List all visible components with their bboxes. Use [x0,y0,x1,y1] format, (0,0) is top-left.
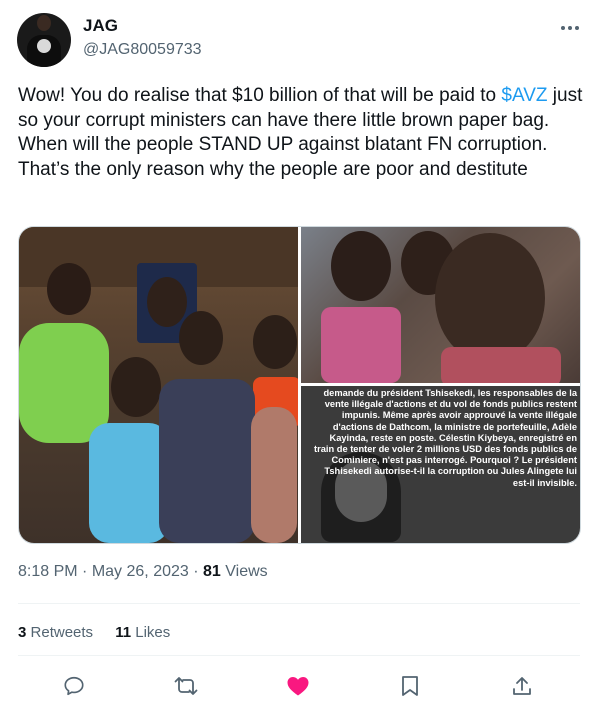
tweet-metadata: 8:18 PM · May 26, 2023 · 81 Views [18,563,268,581]
author-avatar[interactable] [17,13,71,67]
action-bar [18,666,580,706]
reply-icon[interactable] [60,672,88,700]
like-heart-icon[interactable] [284,672,312,700]
retweets-stat[interactable]: 3 Retweets [18,624,93,641]
avatar-emblem-icon [37,39,51,53]
tweet-time[interactable]: 8:18 PM [18,563,78,580]
media-image-family[interactable] [19,227,298,543]
image-pink-clothing [321,307,401,383]
image-person-head [47,263,91,315]
retweet-icon[interactable] [172,672,200,700]
image-person-head [253,315,297,369]
image-blue-shirt [89,423,169,543]
media-grid: demande du président Tshisekedi, les res… [18,226,581,544]
share-icon[interactable] [508,672,536,700]
tweet-line2: When will the people STAND UP against bl… [18,134,548,155]
image-dark-shirt [159,379,255,543]
likes-label: Likes [135,624,171,641]
retweets-count: 3 [18,624,27,641]
image-child-face [331,231,391,301]
likes-stat[interactable]: 11 Likes [115,624,170,641]
tweet-text: Wow! You do realise that $10 billion of … [18,84,588,182]
image-green-dress [19,323,109,443]
cashtag-link[interactable]: $AVZ [501,85,547,106]
bookmark-icon[interactable] [396,672,424,700]
image-person-head [111,357,161,417]
meta-separator: · [82,563,88,580]
image-red-clothing [441,347,561,383]
image-person-head [147,277,187,327]
tweet-date[interactable]: May 26, 2023 [92,563,189,580]
more-options-icon[interactable] [558,18,582,38]
meta-separator: · [193,563,199,580]
image-pink-shirt [251,407,297,543]
author-display-name[interactable]: JAG [83,16,118,36]
image-overlay-text: demande du président Tshisekedi, les res… [314,388,577,488]
avatar-head [37,15,51,31]
tweet-line1-prefix: Wow! You do realise that $10 billion of … [18,85,502,106]
tweet-line3: That’s the only reason why the people ar… [18,158,528,180]
views-label: Views [225,563,268,580]
image-child-face [435,233,545,363]
likes-count: 11 [115,624,132,641]
divider [18,655,580,656]
divider [18,603,580,604]
media-image-children[interactable] [301,227,580,383]
image-person-head [179,311,223,365]
views-count: 81 [203,563,221,580]
retweets-label: Retweets [30,624,94,641]
engagement-stats: 3 Retweets 11 Likes [18,624,188,641]
author-handle[interactable]: @JAG80059733 [83,41,202,59]
media-image-text-overlay[interactable]: demande du président Tshisekedi, les res… [301,386,580,543]
